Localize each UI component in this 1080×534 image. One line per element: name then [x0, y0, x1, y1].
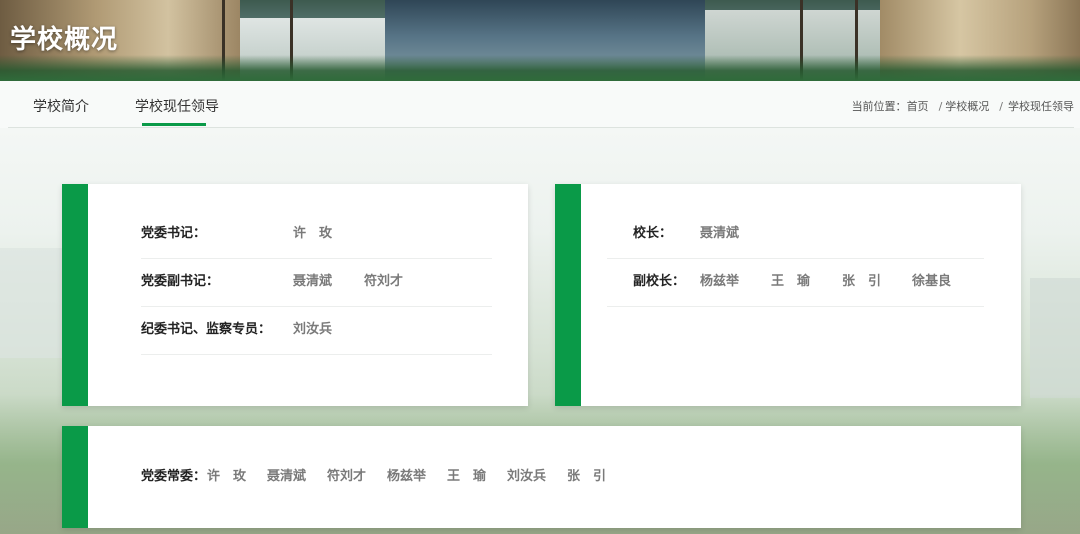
position-label: 党委副书记： — [141, 274, 220, 289]
position-label: 副校长： — [633, 274, 686, 289]
position-label: 党委书记： — [141, 226, 207, 241]
leader-name: 张 引 — [567, 469, 607, 484]
leader-row: 校长： 聂清斌 — [607, 210, 984, 259]
position-label: 党委常委： — [141, 469, 207, 484]
page-title: 学校概况 — [10, 25, 119, 55]
breadcrumb-current: 学校现任领导 — [1008, 100, 1074, 113]
leader-name: 刘汝兵 — [507, 469, 547, 484]
committee-row: 党委常委： 许 玫 聂清斌 符刘才 杨兹举 王 瑜 刘汝兵 张 引 — [141, 466, 606, 488]
party-leaders-card: 党委书记： 许 玫 党委副书记： 聂清斌 符刘才 纪委书记、监察专员： 刘汝兵 — [62, 184, 528, 406]
standing-committee-card: 党委常委： 许 玫 聂清斌 符刘才 杨兹举 王 瑜 刘汝兵 张 引 — [62, 426, 1021, 528]
leader-name: 聂清斌 — [267, 469, 307, 484]
leader-row: 党委书记： 许 玫 — [141, 210, 492, 259]
leader-name: 刘汝兵 — [293, 322, 333, 337]
active-tab-indicator — [142, 123, 206, 126]
breadcrumb-home-link[interactable]: 首页 — [907, 100, 929, 113]
leader-row: 纪委书记、监察专员： 刘汝兵 — [141, 306, 492, 355]
background-building — [0, 248, 70, 358]
leader-name: 王 瑜 — [447, 469, 487, 484]
banner-trees — [0, 55, 1080, 81]
leader-name: 王 瑜 — [771, 274, 811, 289]
tab-school-intro[interactable]: 学校简介 — [33, 96, 89, 116]
position-label: 校长： — [633, 226, 673, 241]
card-accent-bar — [555, 184, 581, 406]
leader-name: 张 引 — [842, 274, 882, 289]
leader-name: 杨兹举 — [387, 469, 427, 484]
leader-name: 许 玫 — [293, 226, 333, 241]
leader-name: 聂清斌 — [700, 226, 740, 241]
breadcrumb: 当前位置：首页 / 学校概况 / 学校现任领导 — [850, 98, 1074, 114]
leader-name: 杨兹举 — [700, 274, 740, 289]
card-accent-bar — [62, 426, 88, 528]
breadcrumb-overview-link[interactable]: 学校概况 — [945, 100, 989, 113]
leader-row: 副校长： 杨兹举 王 瑜 张 引 徐基良 — [607, 258, 984, 307]
position-label: 纪委书记、监察专员： — [141, 322, 272, 337]
leader-name: 许 玫 — [207, 469, 247, 484]
leader-name: 符刘才 — [327, 469, 367, 484]
background-building — [1030, 278, 1080, 398]
leader-name: 聂清斌 — [293, 274, 333, 289]
breadcrumb-separator: / — [999, 100, 1003, 113]
tab-current-leaders[interactable]: 学校现任领导 — [135, 96, 219, 116]
leader-row: 党委副书记： 聂清斌 符刘才 — [141, 258, 492, 307]
hero-banner: 学校概况 — [0, 0, 1080, 81]
leader-name: 符刘才 — [364, 274, 404, 289]
card-accent-bar — [62, 184, 88, 406]
breadcrumb-prefix: 当前位置： — [851, 100, 907, 113]
leader-name: 徐基良 — [912, 274, 952, 289]
admin-leaders-card: 校长： 聂清斌 副校长： 杨兹举 王 瑜 张 引 徐基良 — [555, 184, 1021, 406]
sub-nav: 学校简介 学校现任领导 当前位置：首页 / 学校概况 / 学校现任领导 — [0, 81, 1080, 128]
breadcrumb-separator: / — [938, 100, 943, 113]
